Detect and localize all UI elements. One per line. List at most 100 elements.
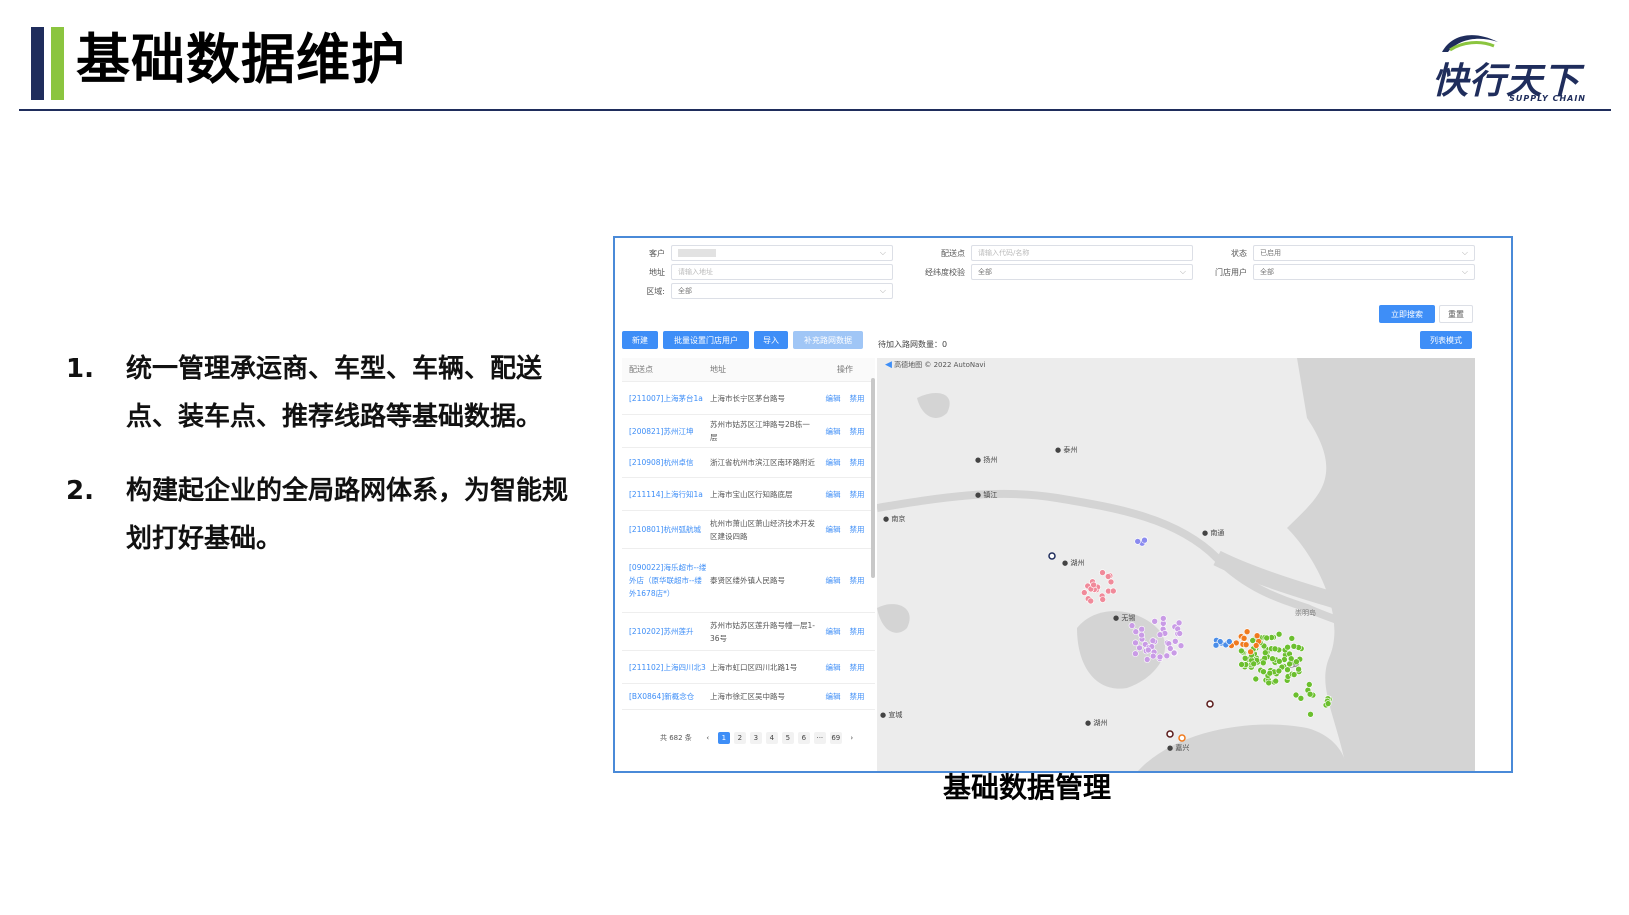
table-row[interactable]: [210801]杭州弧航城 杭州市萧山区萧山经济技术开发区建设四路 编辑 禁用 bbox=[622, 511, 875, 549]
map-marker[interactable] bbox=[1166, 645, 1174, 652]
map-marker[interactable] bbox=[1324, 700, 1332, 707]
map-marker[interactable] bbox=[1290, 671, 1298, 678]
map-marker[interactable] bbox=[1136, 644, 1143, 652]
map-marker[interactable] bbox=[1128, 622, 1136, 629]
map-marker[interactable] bbox=[1132, 639, 1139, 647]
map-marker[interactable] bbox=[1138, 631, 1145, 639]
table-row[interactable]: [211007]上海茅台1a 上海市长宁区茅台路号 编辑 禁用 bbox=[622, 382, 875, 415]
map-marker[interactable] bbox=[1134, 538, 1142, 545]
map-marker[interactable] bbox=[1240, 634, 1248, 642]
map-marker[interactable] bbox=[1292, 691, 1300, 699]
map-marker[interactable] bbox=[1143, 656, 1151, 663]
map-marker[interactable] bbox=[1238, 661, 1245, 668]
map-marker[interactable] bbox=[1132, 650, 1139, 658]
map-marker[interactable] bbox=[1141, 536, 1148, 544]
map-marker[interactable] bbox=[1177, 642, 1185, 650]
map-marker[interactable] bbox=[1306, 690, 1314, 698]
store-user-select[interactable]: 全部 ⌵ bbox=[1253, 264, 1475, 280]
page-button[interactable]: 4 bbox=[765, 732, 778, 744]
customer-select[interactable]: ⌵ bbox=[671, 245, 893, 261]
disable-link[interactable]: 禁用 bbox=[850, 456, 865, 469]
table-row[interactable]: [210908]杭州卓信 浙江省杭州市滨江区南环路附近 编辑 禁用 bbox=[622, 448, 875, 478]
table-row[interactable]: [211114]上海行知1a 上海市宝山区行知路底层 编辑 禁用 bbox=[622, 478, 875, 511]
table-row[interactable]: [BX0864]新概念仓 上海市徐汇区吴中路号 编辑 禁用 bbox=[622, 684, 875, 710]
prev-page-button[interactable]: ‹ bbox=[701, 732, 714, 744]
page-button[interactable]: 2 bbox=[733, 732, 746, 744]
delivery-point-name[interactable]: [210908]杭州卓信 bbox=[622, 456, 708, 469]
delivery-point-name[interactable]: [210801]杭州弧航城 bbox=[622, 523, 708, 536]
map-marker[interactable] bbox=[1107, 578, 1115, 586]
edit-link[interactable]: 编辑 bbox=[826, 488, 841, 501]
map-marker[interactable] bbox=[1087, 597, 1094, 605]
map-marker[interactable] bbox=[1156, 653, 1164, 661]
next-page-button[interactable]: › bbox=[845, 732, 858, 744]
import-button[interactable]: 导入 bbox=[754, 331, 788, 349]
disable-link[interactable]: 禁用 bbox=[850, 392, 865, 405]
map-marker[interactable] bbox=[1206, 700, 1214, 708]
table-row[interactable]: [210202]苏州莲升 苏州市姑苏区莲升路号幢一层1-36号 编辑 禁用 bbox=[622, 613, 875, 651]
delivery-point-name[interactable]: [211114]上海行知1a bbox=[622, 488, 708, 501]
map-marker[interactable] bbox=[1242, 641, 1250, 649]
list-mode-button[interactable]: 列表模式 bbox=[1420, 331, 1472, 349]
edit-link[interactable]: 编辑 bbox=[826, 661, 841, 674]
map-marker[interactable] bbox=[1247, 648, 1254, 656]
table-scrollbar[interactable] bbox=[871, 378, 875, 578]
disable-link[interactable]: 禁用 bbox=[850, 574, 865, 587]
table-row[interactable]: [200821]苏州江坤 苏州市姑苏区江坤路号2B栋一层 编辑 禁用 bbox=[622, 415, 875, 448]
delivery-point-name[interactable]: [090022]海乐超市--缕外店（原华联超市--缕外1678店*） bbox=[622, 561, 708, 600]
map-marker[interactable] bbox=[1275, 657, 1283, 665]
map-marker[interactable] bbox=[1307, 710, 1314, 718]
map-marker[interactable] bbox=[1253, 632, 1261, 640]
disable-link[interactable]: 禁用 bbox=[850, 425, 865, 438]
map-marker[interactable] bbox=[1266, 669, 1274, 677]
page-button[interactable]: 5 bbox=[781, 732, 794, 744]
map-marker[interactable] bbox=[1138, 625, 1146, 633]
map-marker[interactable] bbox=[1171, 637, 1179, 645]
map-marker[interactable] bbox=[1175, 619, 1183, 627]
map-marker[interactable] bbox=[1275, 630, 1283, 638]
disable-link[interactable]: 禁用 bbox=[850, 488, 865, 501]
page-ellipsis[interactable]: ··· bbox=[813, 732, 826, 744]
map-marker[interactable] bbox=[1090, 581, 1097, 589]
map-marker[interactable] bbox=[1290, 642, 1298, 650]
map-marker[interactable] bbox=[1269, 655, 1276, 663]
map-marker[interactable] bbox=[1293, 658, 1300, 666]
status-select[interactable]: 已启用 ⌵ bbox=[1253, 245, 1475, 261]
page-button[interactable]: 3 bbox=[749, 732, 762, 744]
map-marker[interactable] bbox=[1265, 679, 1273, 687]
batch-set-store-user-button[interactable]: 批量设置门店用户 bbox=[663, 331, 749, 349]
edit-link[interactable]: 编辑 bbox=[826, 392, 841, 405]
delivery-point-name[interactable]: [211007]上海茅台1a bbox=[622, 392, 708, 405]
map-marker[interactable] bbox=[1149, 637, 1157, 645]
map-marker[interactable] bbox=[1149, 652, 1157, 660]
marker-layer[interactable] bbox=[877, 358, 1475, 772]
fill-network-button[interactable]: 补充路网数据 bbox=[793, 331, 863, 349]
map-marker[interactable] bbox=[1081, 589, 1088, 596]
delivery-point-name[interactable]: [210202]苏州莲升 bbox=[622, 625, 708, 638]
delivery-input[interactable]: 请输入代码/名称 bbox=[971, 245, 1193, 261]
map-marker[interactable] bbox=[1099, 596, 1106, 603]
edit-link[interactable]: 编辑 bbox=[826, 690, 841, 703]
map-marker[interactable] bbox=[1156, 631, 1164, 639]
disable-link[interactable]: 禁用 bbox=[850, 625, 865, 638]
page-button[interactable]: 69 bbox=[829, 732, 842, 744]
map-marker[interactable] bbox=[1272, 677, 1280, 685]
map-marker[interactable] bbox=[1099, 569, 1106, 576]
edit-link[interactable]: 编辑 bbox=[826, 625, 841, 638]
map-marker[interactable] bbox=[1166, 730, 1174, 738]
map-marker[interactable] bbox=[1048, 552, 1056, 560]
map-marker[interactable] bbox=[1252, 675, 1260, 683]
map-marker[interactable] bbox=[1243, 628, 1251, 636]
map-marker[interactable] bbox=[1271, 645, 1279, 653]
search-button[interactable]: 立即搜索 bbox=[1379, 305, 1435, 323]
region-select[interactable]: 全部 ⌵ bbox=[671, 283, 893, 299]
map-marker[interactable] bbox=[1163, 652, 1171, 660]
edit-link[interactable]: 编辑 bbox=[826, 574, 841, 587]
map-marker[interactable] bbox=[1110, 587, 1117, 595]
geo-check-select[interactable]: 全部 ⌵ bbox=[971, 264, 1193, 280]
map-marker[interactable] bbox=[1212, 641, 1220, 649]
address-input[interactable]: 请输入地址 bbox=[671, 264, 893, 280]
map-marker[interactable] bbox=[1151, 617, 1159, 625]
map-marker[interactable] bbox=[1159, 615, 1167, 622]
delivery-point-name[interactable]: [211102]上海四川北3 bbox=[622, 661, 708, 674]
